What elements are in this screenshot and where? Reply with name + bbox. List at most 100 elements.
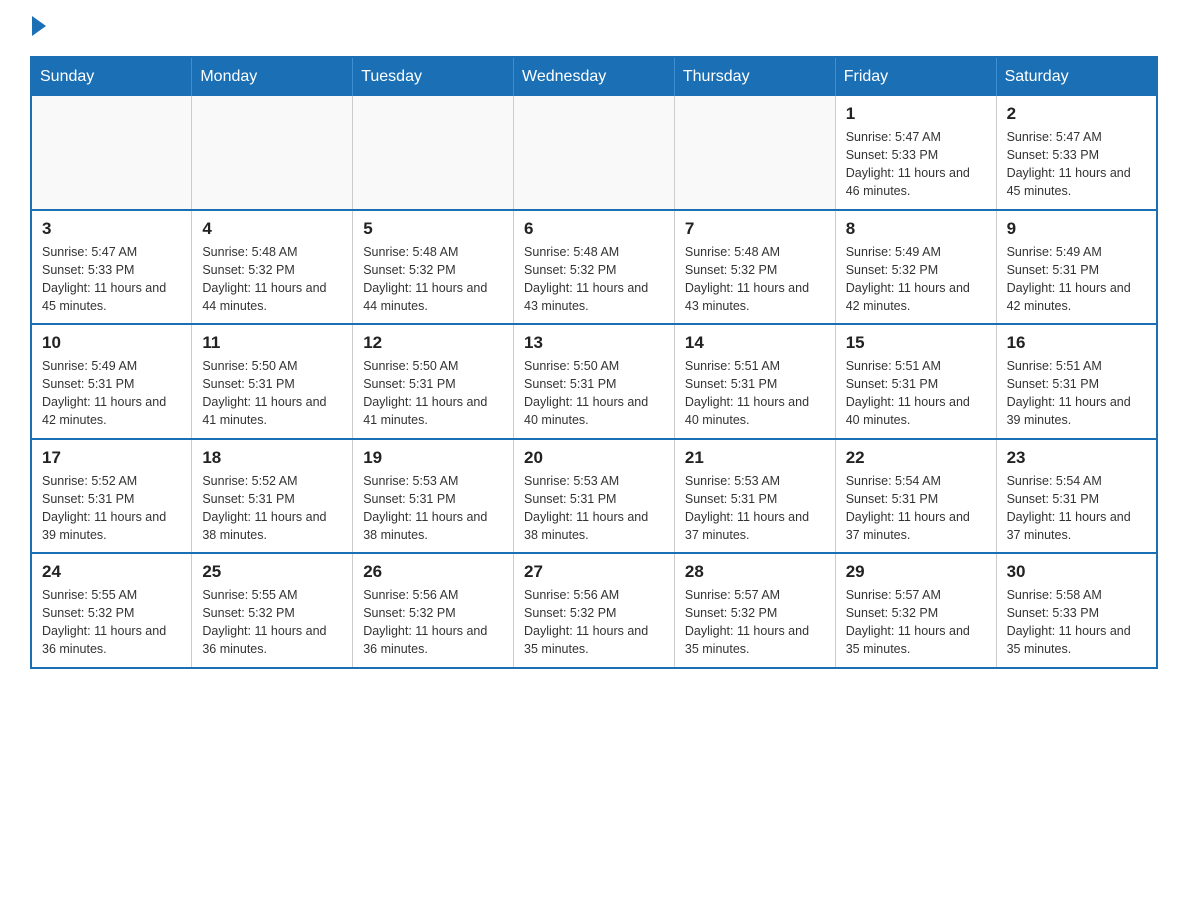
day-info: Sunrise: 5:57 AMSunset: 5:32 PMDaylight:…	[685, 586, 825, 659]
calendar-cell: 16Sunrise: 5:51 AMSunset: 5:31 PMDayligh…	[996, 324, 1157, 439]
day-number: 23	[1007, 448, 1146, 468]
day-number: 26	[363, 562, 503, 582]
day-number: 3	[42, 219, 181, 239]
calendar-cell: 2 Sunrise: 5:47 AMSunset: 5:33 PMDaylight…	[996, 96, 1157, 210]
calendar-cell: 1Sunrise: 5:47 AMSunset: 5:33 PMDaylight…	[835, 96, 996, 210]
calendar-week-2: 3Sunrise: 5:47 AMSunset: 5:33 PMDaylight…	[31, 210, 1157, 325]
day-number: 12	[363, 333, 503, 353]
calendar-cell: 29 Sunrise: 5:57 AMSunset: 5:32 PMDayligh…	[835, 553, 996, 668]
day-number: 27	[524, 562, 664, 582]
day-info: Sunrise: 5:47 AMSunset: 5:33 PMDaylight:…	[1007, 128, 1146, 201]
day-number: 25	[202, 562, 342, 582]
column-header-wednesday: Wednesday	[514, 57, 675, 96]
day-number: 28	[685, 562, 825, 582]
calendar-cell	[353, 96, 514, 210]
day-info: Sunrise: 5:48 AMSunset: 5:32 PMDaylight:…	[363, 243, 503, 316]
calendar-header-row: SundayMondayTuesdayWednesdayThursdayFrid…	[31, 57, 1157, 96]
calendar-cell: 6 Sunrise: 5:48 AMSunset: 5:32 PMDaylight…	[514, 210, 675, 325]
day-info: Sunrise: 5:49 AMSunset: 5:31 PMDaylight:…	[42, 357, 181, 430]
calendar-week-5: 24 Sunrise: 5:55 AMSunset: 5:32 PMDayligh…	[31, 553, 1157, 668]
calendar-cell: 10 Sunrise: 5:49 AMSunset: 5:31 PMDayligh…	[31, 324, 192, 439]
calendar-cell: 3Sunrise: 5:47 AMSunset: 5:33 PMDaylight…	[31, 210, 192, 325]
calendar-cell: 25 Sunrise: 5:55 AMSunset: 5:32 PMDayligh…	[192, 553, 353, 668]
page-header	[30, 20, 1158, 36]
day-number: 15	[846, 333, 986, 353]
day-number: 14	[685, 333, 825, 353]
day-info: Sunrise: 5:53 AMSunset: 5:31 PMDaylight:…	[685, 472, 825, 545]
calendar-cell: 4 Sunrise: 5:48 AMSunset: 5:32 PMDaylight…	[192, 210, 353, 325]
day-number: 5	[363, 219, 503, 239]
day-info: Sunrise: 5:48 AMSunset: 5:32 PMDaylight:…	[202, 243, 342, 316]
calendar-cell: 23 Sunrise: 5:54 AMSunset: 5:31 PMDayligh…	[996, 439, 1157, 554]
day-info: Sunrise: 5:48 AMSunset: 5:32 PMDaylight:…	[524, 243, 664, 316]
day-info: Sunrise: 5:49 AMSunset: 5:32 PMDaylight:…	[846, 243, 986, 316]
day-number: 16	[1007, 333, 1146, 353]
calendar-cell: 24 Sunrise: 5:55 AMSunset: 5:32 PMDayligh…	[31, 553, 192, 668]
calendar-cell: 28 Sunrise: 5:57 AMSunset: 5:32 PMDayligh…	[674, 553, 835, 668]
column-header-thursday: Thursday	[674, 57, 835, 96]
calendar-cell: 30 Sunrise: 5:58 AMSunset: 5:33 PMDayligh…	[996, 553, 1157, 668]
day-info: Sunrise: 5:57 AMSunset: 5:32 PMDaylight:…	[846, 586, 986, 659]
column-header-friday: Friday	[835, 57, 996, 96]
day-number: 9	[1007, 219, 1146, 239]
calendar-cell: 13 Sunrise: 5:50 AMSunset: 5:31 PMDayligh…	[514, 324, 675, 439]
day-info: Sunrise: 5:53 AMSunset: 5:31 PMDaylight:…	[363, 472, 503, 545]
day-info: Sunrise: 5:48 AMSunset: 5:32 PMDaylight:…	[685, 243, 825, 316]
calendar-cell	[674, 96, 835, 210]
calendar-week-3: 10 Sunrise: 5:49 AMSunset: 5:31 PMDayligh…	[31, 324, 1157, 439]
day-number: 30	[1007, 562, 1146, 582]
calendar-cell	[192, 96, 353, 210]
calendar-cell: 7 Sunrise: 5:48 AMSunset: 5:32 PMDaylight…	[674, 210, 835, 325]
day-number: 1	[846, 104, 986, 124]
day-number: 13	[524, 333, 664, 353]
day-number: 20	[524, 448, 664, 468]
day-info: Sunrise: 5:51 AMSunset: 5:31 PMDaylight:…	[846, 357, 986, 430]
day-number: 11	[202, 333, 342, 353]
day-number: 17	[42, 448, 181, 468]
calendar-cell	[31, 96, 192, 210]
calendar-cell	[514, 96, 675, 210]
day-number: 22	[846, 448, 986, 468]
day-info: Sunrise: 5:54 AMSunset: 5:31 PMDaylight:…	[846, 472, 986, 545]
day-info: Sunrise: 5:49 AMSunset: 5:31 PMDaylight:…	[1007, 243, 1146, 316]
day-info: Sunrise: 5:55 AMSunset: 5:32 PMDaylight:…	[202, 586, 342, 659]
day-info: Sunrise: 5:56 AMSunset: 5:32 PMDaylight:…	[524, 586, 664, 659]
day-number: 10	[42, 333, 181, 353]
calendar-cell: 11 Sunrise: 5:50 AMSunset: 5:31 PMDayligh…	[192, 324, 353, 439]
calendar-cell: 9 Sunrise: 5:49 AMSunset: 5:31 PMDaylight…	[996, 210, 1157, 325]
day-info: Sunrise: 5:50 AMSunset: 5:31 PMDaylight:…	[524, 357, 664, 430]
calendar-cell: 19 Sunrise: 5:53 AMSunset: 5:31 PMDayligh…	[353, 439, 514, 554]
day-number: 2	[1007, 104, 1146, 124]
day-number: 24	[42, 562, 181, 582]
calendar-cell: 27 Sunrise: 5:56 AMSunset: 5:32 PMDayligh…	[514, 553, 675, 668]
day-number: 7	[685, 219, 825, 239]
day-number: 4	[202, 219, 342, 239]
day-info: Sunrise: 5:58 AMSunset: 5:33 PMDaylight:…	[1007, 586, 1146, 659]
calendar-cell: 17 Sunrise: 5:52 AMSunset: 5:31 PMDayligh…	[31, 439, 192, 554]
day-info: Sunrise: 5:51 AMSunset: 5:31 PMDaylight:…	[685, 357, 825, 430]
day-number: 6	[524, 219, 664, 239]
calendar-table: SundayMondayTuesdayWednesdayThursdayFrid…	[30, 56, 1158, 669]
day-number: 19	[363, 448, 503, 468]
day-info: Sunrise: 5:56 AMSunset: 5:32 PMDaylight:…	[363, 586, 503, 659]
day-info: Sunrise: 5:55 AMSunset: 5:32 PMDaylight:…	[42, 586, 181, 659]
day-info: Sunrise: 5:52 AMSunset: 5:31 PMDaylight:…	[42, 472, 181, 545]
calendar-cell: 26 Sunrise: 5:56 AMSunset: 5:32 PMDayligh…	[353, 553, 514, 668]
logo	[30, 20, 46, 36]
column-header-sunday: Sunday	[31, 57, 192, 96]
calendar-cell: 5 Sunrise: 5:48 AMSunset: 5:32 PMDaylight…	[353, 210, 514, 325]
calendar-cell: 21Sunrise: 5:53 AMSunset: 5:31 PMDayligh…	[674, 439, 835, 554]
day-info: Sunrise: 5:52 AMSunset: 5:31 PMDaylight:…	[202, 472, 342, 545]
calendar-cell: 22 Sunrise: 5:54 AMSunset: 5:31 PMDayligh…	[835, 439, 996, 554]
day-info: Sunrise: 5:54 AMSunset: 5:31 PMDaylight:…	[1007, 472, 1146, 545]
logo-triangle-icon	[32, 16, 46, 36]
column-header-monday: Monday	[192, 57, 353, 96]
calendar-cell: 15 Sunrise: 5:51 AMSunset: 5:31 PMDayligh…	[835, 324, 996, 439]
day-info: Sunrise: 5:50 AMSunset: 5:31 PMDaylight:…	[363, 357, 503, 430]
day-info: Sunrise: 5:50 AMSunset: 5:31 PMDaylight:…	[202, 357, 342, 430]
column-header-tuesday: Tuesday	[353, 57, 514, 96]
day-number: 29	[846, 562, 986, 582]
calendar-week-4: 17 Sunrise: 5:52 AMSunset: 5:31 PMDayligh…	[31, 439, 1157, 554]
day-info: Sunrise: 5:53 AMSunset: 5:31 PMDaylight:…	[524, 472, 664, 545]
calendar-cell: 18Sunrise: 5:52 AMSunset: 5:31 PMDayligh…	[192, 439, 353, 554]
